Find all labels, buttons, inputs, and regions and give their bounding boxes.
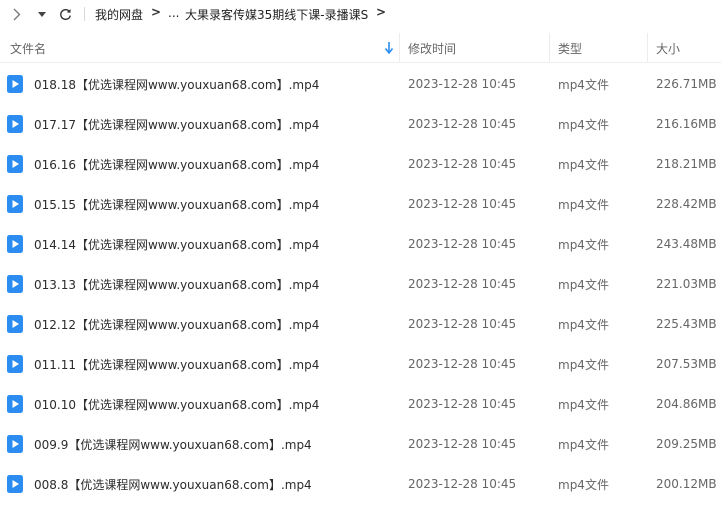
- file-type: mp4文件: [558, 357, 609, 372]
- video-file-icon: [7, 195, 23, 213]
- file-name[interactable]: 011.11【优选课程网www.youxuan68.com】.mp4: [34, 344, 319, 384]
- file-row[interactable]: 013.13【优选课程网www.youxuan68.com】.mp4 2023-1…: [0, 264, 721, 304]
- file-type: mp4文件: [558, 277, 609, 292]
- chevron-right-icon[interactable]: [10, 4, 24, 24]
- file-type: mp4文件: [558, 317, 609, 332]
- file-type: mp4文件: [558, 197, 609, 212]
- file-modified: 2023-12-28 10:45: [408, 197, 517, 211]
- file-type: mp4文件: [558, 237, 609, 252]
- toolbar: 我的网盘 > ... 大果录客传媒35期线下课-录播课S >: [0, 0, 721, 30]
- file-size: 225.43MB: [656, 317, 717, 331]
- file-size: 200.12MB: [656, 477, 717, 491]
- file-name[interactable]: 017.17【优选课程网www.youxuan68.com】.mp4: [34, 104, 319, 144]
- video-file-icon: [7, 155, 23, 173]
- column-divider[interactable]: [549, 33, 550, 63]
- file-modified: 2023-12-28 10:45: [408, 77, 517, 91]
- file-row[interactable]: 012.12【优选课程网www.youxuan68.com】.mp4 2023-1…: [0, 304, 721, 344]
- file-name[interactable]: 014.14【优选课程网www.youxuan68.com】.mp4: [34, 224, 319, 264]
- video-file-icon: [7, 275, 23, 293]
- file-modified: 2023-12-28 10:45: [408, 317, 517, 331]
- column-size[interactable]: 大小: [656, 33, 680, 63]
- file-type: mp4文件: [558, 437, 609, 452]
- breadcrumb-separator-icon: >: [376, 5, 387, 19]
- caret-down-icon[interactable]: [36, 4, 48, 24]
- file-size: 207.53MB: [656, 357, 717, 371]
- column-divider[interactable]: [647, 33, 648, 63]
- file-modified: 2023-12-28 10:45: [408, 157, 517, 171]
- file-size: 218.21MB: [656, 157, 717, 171]
- file-row[interactable]: 017.17【优选课程网www.youxuan68.com】.mp4 2023-1…: [0, 104, 721, 144]
- file-type: mp4文件: [558, 117, 609, 132]
- file-type: mp4文件: [558, 477, 609, 492]
- video-file-icon: [7, 475, 23, 493]
- file-size: 243.48MB: [656, 237, 717, 251]
- file-size: 216.16MB: [656, 117, 717, 131]
- file-size: 226.71MB: [656, 77, 717, 91]
- file-size: 228.42MB: [656, 197, 717, 211]
- file-name[interactable]: 018.18【优选课程网www.youxuan68.com】.mp4: [34, 64, 319, 104]
- column-name[interactable]: 文件名: [10, 33, 46, 63]
- video-file-icon: [7, 235, 23, 253]
- column-header: 文件名 修改时间 类型 大小: [0, 33, 721, 63]
- file-type: mp4文件: [558, 397, 609, 412]
- file-row[interactable]: 014.14【优选课程网www.youxuan68.com】.mp4 2023-1…: [0, 224, 721, 264]
- file-name[interactable]: 016.16【优选课程网www.youxuan68.com】.mp4: [34, 144, 319, 184]
- video-file-icon: [7, 355, 23, 373]
- refresh-icon[interactable]: [56, 4, 74, 24]
- breadcrumb-ellipsis[interactable]: ...: [168, 6, 179, 20]
- file-name[interactable]: 015.15【优选课程网www.youxuan68.com】.mp4: [34, 184, 319, 224]
- file-modified: 2023-12-28 10:45: [408, 117, 517, 131]
- file-size: 221.03MB: [656, 277, 717, 291]
- toolbar-divider: [84, 7, 85, 21]
- column-divider[interactable]: [399, 33, 400, 63]
- file-row[interactable]: 018.18【优选课程网www.youxuan68.com】.mp4 2023-1…: [0, 64, 721, 104]
- video-file-icon: [7, 315, 23, 333]
- file-type: mp4文件: [558, 157, 609, 172]
- sort-down-icon[interactable]: [384, 41, 394, 55]
- video-file-icon: [7, 395, 23, 413]
- file-name[interactable]: 012.12【优选课程网www.youxuan68.com】.mp4: [34, 304, 319, 344]
- breadcrumb-root[interactable]: 我的网盘: [95, 6, 143, 23]
- file-modified: 2023-12-28 10:45: [408, 477, 517, 491]
- video-file-icon: [7, 115, 23, 133]
- file-modified: 2023-12-28 10:45: [408, 437, 517, 451]
- file-modified: 2023-12-28 10:45: [408, 357, 517, 371]
- file-size: 209.25MB: [656, 437, 717, 451]
- file-row[interactable]: 015.15【优选课程网www.youxuan68.com】.mp4 2023-1…: [0, 184, 721, 224]
- file-row[interactable]: 010.10【优选课程网www.youxuan68.com】.mp4 2023-1…: [0, 384, 721, 424]
- file-modified: 2023-12-28 10:45: [408, 397, 517, 411]
- breadcrumb-separator-icon: >: [151, 5, 162, 19]
- file-size: 204.86MB: [656, 397, 717, 411]
- file-modified: 2023-12-28 10:45: [408, 277, 517, 291]
- file-row[interactable]: 008.8【优选课程网www.youxuan68.com】.mp4 2023-12…: [0, 464, 721, 504]
- breadcrumb-current[interactable]: 大果录客传媒35期线下课-录播课S: [185, 6, 368, 23]
- file-row[interactable]: 011.11【优选课程网www.youxuan68.com】.mp4 2023-1…: [0, 344, 721, 384]
- file-name[interactable]: 010.10【优选课程网www.youxuan68.com】.mp4: [34, 384, 319, 424]
- video-file-icon: [7, 435, 23, 453]
- file-row[interactable]: 016.16【优选课程网www.youxuan68.com】.mp4 2023-1…: [0, 144, 721, 184]
- file-modified: 2023-12-28 10:45: [408, 237, 517, 251]
- file-row[interactable]: 009.9【优选课程网www.youxuan68.com】.mp4 2023-12…: [0, 424, 721, 464]
- file-name[interactable]: 008.8【优选课程网www.youxuan68.com】.mp4: [34, 464, 312, 504]
- file-name[interactable]: 009.9【优选课程网www.youxuan68.com】.mp4: [34, 424, 312, 464]
- file-type: mp4文件: [558, 77, 609, 92]
- file-name[interactable]: 013.13【优选课程网www.youxuan68.com】.mp4: [34, 264, 319, 304]
- column-modified[interactable]: 修改时间: [408, 33, 456, 63]
- column-type[interactable]: 类型: [558, 33, 582, 63]
- video-file-icon: [7, 75, 23, 93]
